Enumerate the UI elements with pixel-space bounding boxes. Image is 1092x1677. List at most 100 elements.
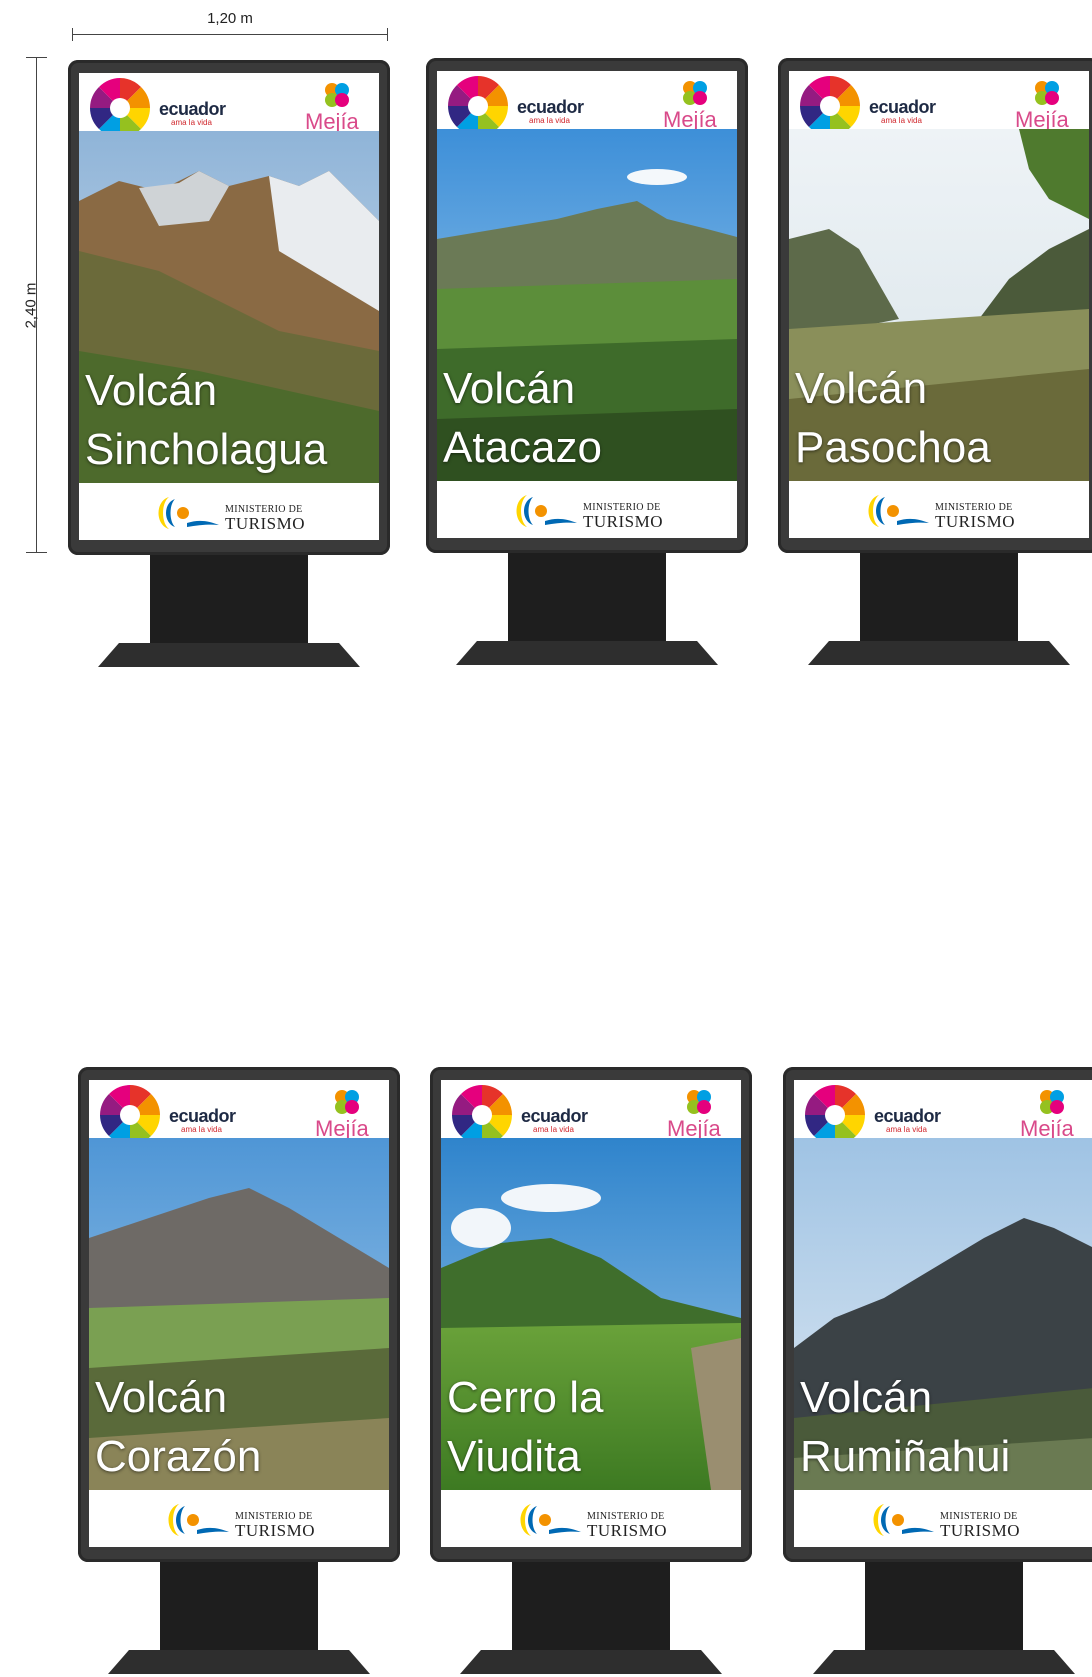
ministerio-line-2: TURISMO [587, 1521, 668, 1540]
ecuador-wordmark: ecuador [869, 97, 936, 117]
totem-screen: ecuador ama la vida Mejía V [789, 71, 1089, 538]
ministerio-line-2: TURISMO [225, 514, 306, 533]
totem-base [456, 641, 718, 665]
totem-stem [150, 555, 308, 643]
totem-atacazo: ecuador ama la vida Mejía Volcán Atacazo… [426, 58, 748, 668]
totem-base [108, 1650, 370, 1674]
totem-stem [865, 1562, 1023, 1650]
title-line-1: Volcán [85, 366, 218, 415]
ecuador-wordmark: ecuador [874, 1106, 941, 1126]
totem-frame: ecuador ama la vida Mejía Cerro la Viudi… [430, 1067, 752, 1562]
ecuador-tagline: ama la vida [886, 1125, 927, 1134]
totem-base [813, 1650, 1075, 1674]
ecuador-tagline: ama la vida [171, 118, 212, 127]
header-bar: ecuador ama la vida Mejía [79, 73, 379, 140]
footer-bar: MINISTERIO DE TURISMO [789, 481, 1089, 538]
title-line-1: Volcán [800, 1373, 933, 1422]
landscape-photo: Volcán Rumiñahui [794, 1138, 1092, 1490]
title-line-2: Corazón [95, 1432, 262, 1481]
totem-frame: ecuador ama la vida Mejía V [68, 60, 390, 555]
ministerio-logo-icon [168, 1504, 229, 1536]
totem-corazon: ecuador ama la vida Mejía Volcán Corazón… [78, 1067, 400, 1677]
footer-bar: MINISTERIO DE TURISMO [89, 1490, 389, 1547]
mejia-flower-icon [683, 81, 707, 105]
title-line-1: Volcán [95, 1373, 228, 1422]
landscape-photo: Volcán Pasochoa [789, 129, 1089, 481]
totem-stem [508, 553, 666, 641]
title-line-1: Volcán [443, 364, 576, 413]
totem-screen: ecuador ama la vida Mejía Volcán Rumiñah… [794, 1080, 1092, 1547]
ministerio-line-2: TURISMO [940, 1521, 1021, 1540]
totem-base [460, 1650, 722, 1674]
footer-bar: MINISTERIO DE TURISMO [437, 481, 737, 538]
ministerio-line-2: TURISMO [583, 512, 664, 531]
totem-frame: ecuador ama la vida Mejía Volcán Corazón… [78, 1067, 400, 1562]
ecuador-tagline: ama la vida [881, 116, 922, 125]
mejia-flower-icon [1035, 81, 1059, 105]
header-bar: ecuador ama la vida Mejía [89, 1080, 389, 1147]
header-bar: ecuador ama la vida Mejía [441, 1080, 741, 1147]
width-label: 1,20 m [207, 10, 253, 27]
mejia-flower-icon [687, 1090, 711, 1114]
ecuador-wordmark: ecuador [169, 1106, 236, 1126]
title-line-1: Volcán [795, 364, 928, 413]
title-line-2: Atacazo [443, 423, 602, 472]
destination-title: Volcán Corazón [95, 1368, 261, 1486]
ecuador-tagline: ama la vida [533, 1125, 574, 1134]
header-bar: ecuador ama la vida Mejía [789, 71, 1089, 138]
landscape-photo: Volcán Corazón [89, 1138, 389, 1490]
ministerio-logo-icon [873, 1504, 934, 1536]
totem-screen: ecuador ama la vida Mejía V [437, 71, 737, 538]
totem-screen: ecuador ama la vida Mejía Volcán Corazón… [89, 1080, 389, 1547]
landscape-photo: Cerro la Viudita [441, 1138, 741, 1490]
totem-stem [512, 1562, 670, 1650]
destination-title: Cerro la Viudita [447, 1368, 604, 1486]
destination-title: Volcán Rumiñahui [800, 1368, 1010, 1486]
destination-title: Volcán Sincholagua [85, 361, 327, 479]
totem-frame: ecuador ama la vida Mejía Volcán Rumiñah… [783, 1067, 1092, 1562]
mejia-flower-icon [335, 1090, 359, 1114]
title-line-2: Viudita [447, 1432, 581, 1481]
footer-bar: MINISTERIO DE TURISMO [441, 1490, 741, 1547]
mejia-flower-icon [1040, 1090, 1064, 1114]
ministerio-logo-icon [516, 495, 577, 527]
ecuador-wordmark: ecuador [521, 1106, 588, 1126]
destination-title: Volcán Atacazo [443, 359, 602, 477]
totem-sincholagua: ecuador ama la vida Mejía Volcán Sinchol… [68, 60, 390, 670]
footer-bar: MINISTERIO DE TURISMO [794, 1490, 1092, 1547]
ministerio-line-2: TURISMO [235, 1521, 316, 1540]
totem-frame: ecuador ama la vida Mejía V [778, 58, 1092, 553]
ecuador-tagline: ama la vida [181, 1125, 222, 1134]
title-line-2: Pasochoa [795, 423, 991, 472]
totem-base [808, 641, 1070, 665]
landscape-photo: Volcán Sincholagua [79, 131, 379, 483]
ministerio-logo-icon [158, 497, 219, 529]
totem-base [98, 643, 360, 667]
ministerio-line-2: TURISMO [935, 512, 1016, 531]
ministerio-logo-icon [868, 495, 929, 527]
header-bar: ecuador ama la vida Mejía [794, 1080, 1092, 1147]
height-dimension: 2,40 m [22, 57, 47, 553]
width-dimension: 1,20 m [72, 10, 388, 41]
totem-stem [160, 1562, 318, 1650]
mejia-flower-icon [325, 83, 349, 107]
ecuador-wordmark: ecuador [159, 99, 226, 119]
title-line-2: Rumiñahui [800, 1432, 1011, 1481]
totem-viudita: ecuador ama la vida Mejía Cerro la Viudi… [430, 1067, 752, 1677]
footer-bar: MINISTERIO DE TURISMO [79, 483, 379, 540]
totem-frame: ecuador ama la vida Mejía V [426, 58, 748, 553]
title-line-2: Sincholagua [85, 425, 328, 474]
ministerio-logo-icon [520, 1504, 581, 1536]
height-label: 2,40 m [22, 282, 40, 329]
totem-screen: ecuador ama la vida Mejía Cerro la Viudi… [441, 1080, 741, 1547]
header-bar: ecuador ama la vida Mejía [437, 71, 737, 138]
totem-pasochoa: ecuador ama la vida Mejía Volcán Pasocho… [778, 58, 1092, 668]
ecuador-wordmark: ecuador [517, 97, 584, 117]
totem-screen: ecuador ama la vida Mejía V [79, 73, 379, 540]
landscape-photo: Volcán Atacazo [437, 129, 737, 481]
totem-ruminahui: ecuador ama la vida Mejía Volcán Rumiñah… [783, 1067, 1092, 1677]
destination-title: Volcán Pasochoa [795, 359, 991, 477]
totem-stem [860, 553, 1018, 641]
ecuador-tagline: ama la vida [529, 116, 570, 125]
title-line-1: Cerro la [447, 1373, 604, 1422]
